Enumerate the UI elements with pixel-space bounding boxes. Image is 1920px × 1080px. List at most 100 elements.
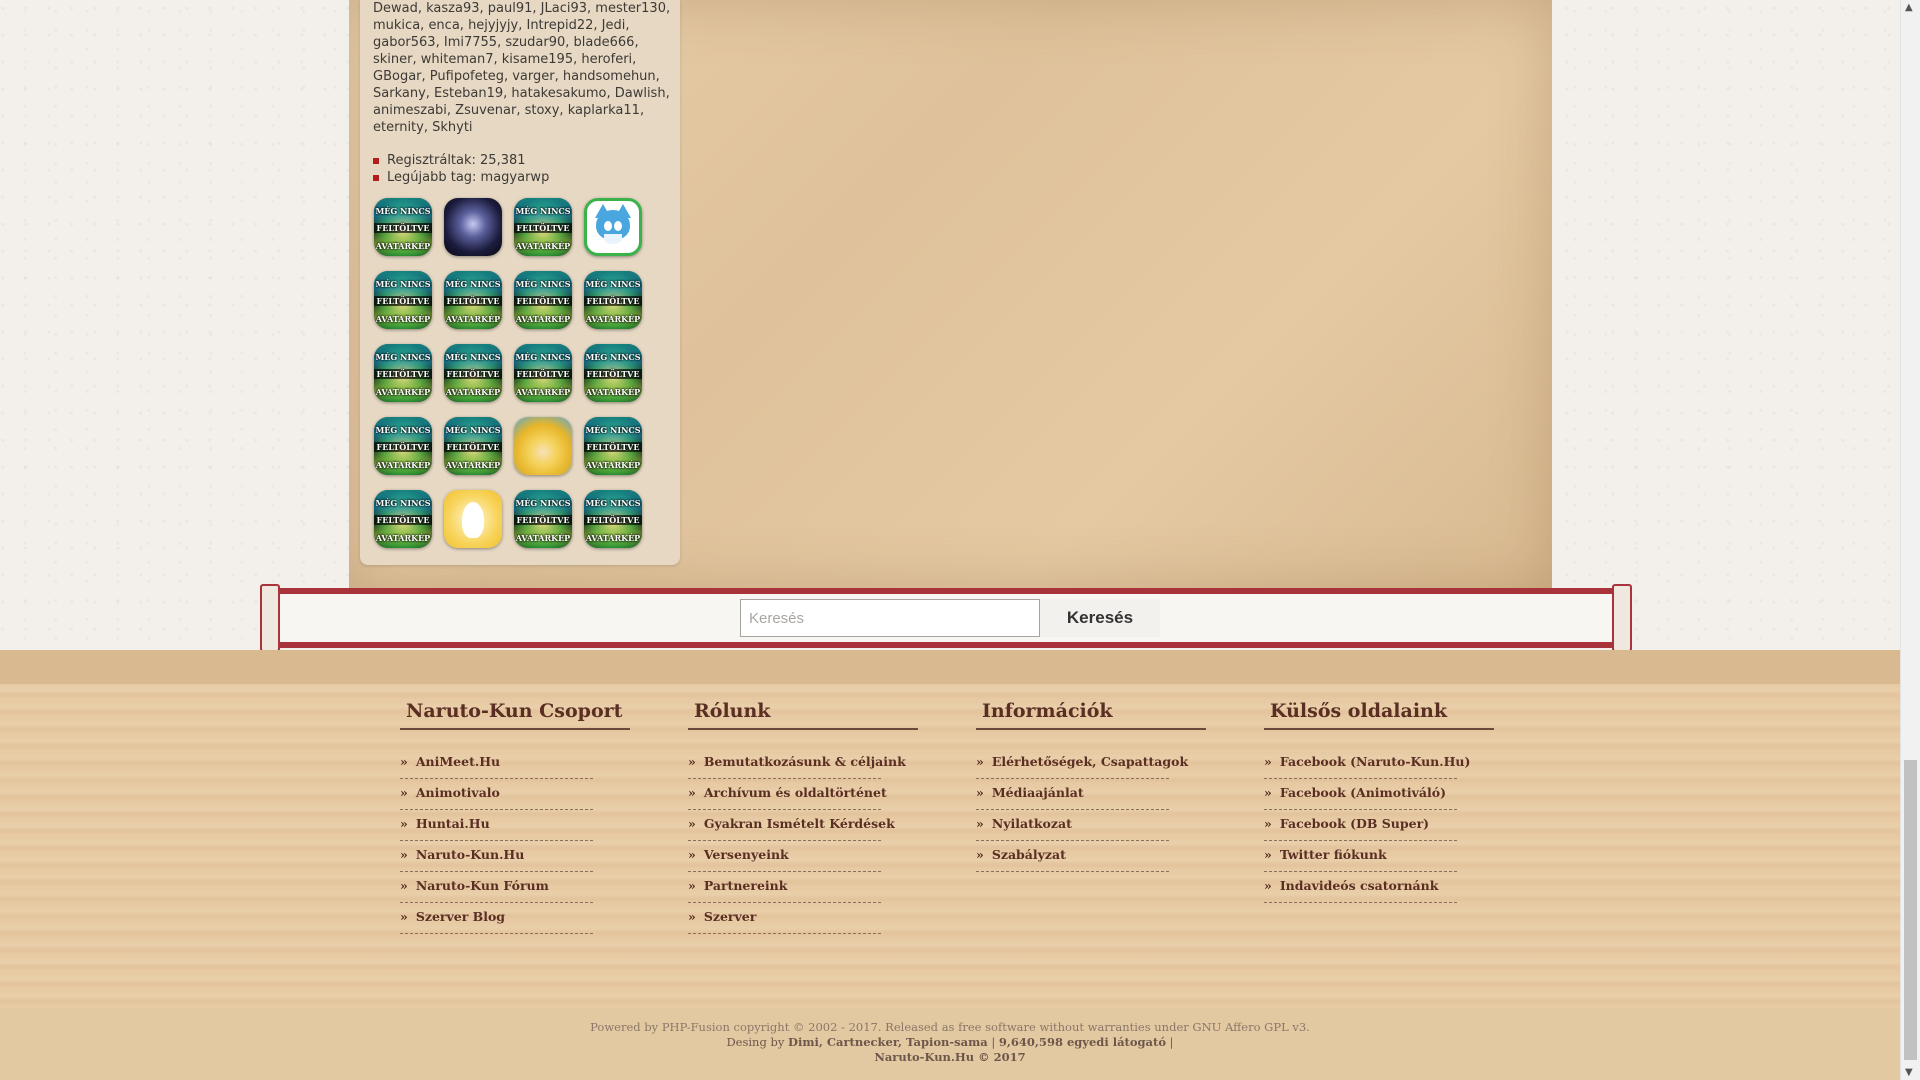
footer-link[interactable]: Facebook (Naruto-Kun.Hu) xyxy=(1264,748,1470,779)
avatar-placeholder[interactable]: MÉG NINCS FELTÖLTVE AVATARKÉP xyxy=(584,344,642,402)
online-user-link[interactable]: hatakesakumo xyxy=(503,86,606,101)
avatar-placeholder-text: AVATARKÉP xyxy=(585,460,641,470)
footer-credits: Powered by PHP-Fusion copyright © 2002 -… xyxy=(0,1008,1900,1080)
online-user-link[interactable]: szudar90 xyxy=(497,35,565,50)
footer-link[interactable]: Archívum és oldaltörténet xyxy=(688,779,887,810)
online-user-link[interactable]: Dewad xyxy=(373,1,418,16)
avatar-placeholder-text: AVATARKÉP xyxy=(585,533,641,543)
scrollbar-thumb[interactable] xyxy=(1904,760,1917,1060)
arrow-down-icon[interactable]: ▼ xyxy=(1905,1067,1913,1078)
avatar-placeholder-text: FELTÖLTVE xyxy=(514,369,572,379)
avatar-placeholder[interactable]: MÉG NINCS FELTÖLTVE AVATARKÉP xyxy=(584,417,642,475)
browser-scrollbar[interactable]: ▲ ▼ xyxy=(1900,0,1920,1080)
footer-col-info: Információk Elérhetőségek, Csapattagok M… xyxy=(976,700,1206,872)
avatar-placeholder[interactable]: MÉG NINCS FELTÖLTVE AVATARKÉP xyxy=(444,344,502,402)
avatar-placeholder[interactable]: MÉG NINCS FELTÖLTVE AVATARKÉP xyxy=(374,198,432,256)
online-user-link[interactable]: Pufipofeteg xyxy=(422,69,504,84)
footer-link[interactable]: Szabályzat xyxy=(976,841,1169,872)
avatar-placeholder[interactable]: MÉG NINCS FELTÖLTVE AVATARKÉP xyxy=(374,344,432,402)
avatar-grid: MÉG NINCS FELTÖLTVE AVATARKÉP MÉG NINCS FELT… xyxy=(374,198,642,548)
footer-link[interactable]: Szerver xyxy=(688,903,881,934)
footer-link[interactable]: Szerver Blog xyxy=(400,903,593,934)
footer-link[interactable]: Twitter fiókunk xyxy=(1264,841,1457,872)
online-user-link[interactable]: Intrepid22 xyxy=(518,18,593,33)
online-user-link[interactable]: handsomehun xyxy=(555,69,656,84)
footer-link[interactable]: Nyilatkozat xyxy=(976,810,1169,841)
footer-link[interactable]: Elérhetőségek, Csapattagok xyxy=(976,748,1188,779)
avatar-placeholder[interactable]: MÉG NINCS FELTÖLTVE AVATARKÉP xyxy=(514,344,572,402)
footer-link[interactable]: Animotivalo xyxy=(400,779,593,810)
footer-link[interactable]: Indavideós csatornánk xyxy=(1264,872,1457,903)
online-user-link[interactable]: Dawlish xyxy=(606,86,665,101)
avatar-placeholder-text: AVATARKÉP xyxy=(375,387,431,397)
footer-link[interactable]: Partnereink xyxy=(688,872,881,903)
online-user-link[interactable]: paul91 xyxy=(480,1,533,16)
online-user-link[interactable]: enca xyxy=(420,18,460,33)
online-user-link[interactable]: Imi7755 xyxy=(436,35,497,50)
online-user-link[interactable]: whiteman7 xyxy=(413,52,494,67)
avatar-white-fox[interactable] xyxy=(444,490,502,548)
avatar-placeholder[interactable]: MÉG NINCS FELTÖLTVE AVATARKÉP xyxy=(374,417,432,475)
avatar-placeholder[interactable]: MÉG NINCS FELTÖLTVE AVATARKÉP xyxy=(374,271,432,329)
footer-link[interactable]: Huntai.Hu xyxy=(400,810,593,841)
avatar-placeholder[interactable]: MÉG NINCS FELTÖLTVE AVATARKÉP xyxy=(514,271,572,329)
avatar-placeholder-text: AVATARKÉP xyxy=(445,387,501,397)
online-user-link[interactable]: kaplarka11 xyxy=(559,103,640,118)
avatar-placeholder-text: MÉG NINCS xyxy=(585,279,641,289)
footer-link[interactable]: Naruto-Kun.Hu xyxy=(400,841,593,872)
avatar-blue-cat[interactable] xyxy=(584,198,642,256)
footer-link[interactable]: Médiaajánlat xyxy=(976,779,1169,810)
avatar-placeholder[interactable]: MÉG NINCS FELTÖLTVE AVATARKÉP xyxy=(514,490,572,548)
online-user-link[interactable]: Skhyti xyxy=(424,120,473,135)
online-user-link[interactable]: varger xyxy=(504,69,555,84)
online-user-link[interactable]: heroferi xyxy=(573,52,632,67)
avatar-placeholder[interactable]: MÉG NINCS FELTÖLTVE AVATARKÉP xyxy=(374,490,432,548)
avatar-placeholder[interactable]: MÉG NINCS FELTÖLTVE AVATARKÉP xyxy=(444,417,502,475)
avatar-placeholder-text: MÉG NINCS xyxy=(515,352,571,362)
avatar-placeholder-text: FELTÖLTVE xyxy=(584,442,642,452)
avatar-placeholder-text: MÉG NINCS xyxy=(445,352,501,362)
footer-link[interactable]: Versenyeink xyxy=(688,841,881,872)
footer-link[interactable]: Facebook (DB Super) xyxy=(1264,810,1457,841)
avatar-placeholder-text: MÉG NINCS xyxy=(375,279,431,289)
online-user-link[interactable]: kasza93 xyxy=(418,1,480,16)
online-user-link[interactable]: Zsuvenar xyxy=(447,103,516,118)
footer-link[interactable]: AniMeet.Hu xyxy=(400,748,593,779)
avatar-placeholder-text: MÉG NINCS xyxy=(445,425,501,435)
online-user-link[interactable]: Esteban19 xyxy=(426,86,503,101)
online-user-link[interactable]: blade666 xyxy=(565,35,634,50)
avatar-placeholder[interactable]: MÉG NINCS FELTÖLTVE AVATARKÉP xyxy=(444,271,502,329)
avatar-dark-figure[interactable] xyxy=(444,198,502,256)
avatar-blond-hero[interactable] xyxy=(514,417,572,475)
avatar-placeholder[interactable]: MÉG NINCS FELTÖLTVE AVATARKÉP xyxy=(514,198,572,256)
avatar-placeholder-text: MÉG NINCS xyxy=(515,206,571,216)
online-user-link[interactable]: kisame195 xyxy=(493,52,573,67)
arrow-up-icon[interactable]: ▲ xyxy=(1905,2,1913,13)
bullet-icon xyxy=(373,174,379,181)
footer-link[interactable]: Naruto-Kun Fórum xyxy=(400,872,593,903)
avatar-placeholder-text: AVATARKÉP xyxy=(515,533,571,543)
online-user-link[interactable]: mester130 xyxy=(587,1,666,16)
online-user-link[interactable]: hejyjyjy xyxy=(460,18,518,33)
newest-member: Legújabb tag: magyarwp xyxy=(373,169,549,186)
avatar-placeholder-text: MÉG NINCS xyxy=(445,279,501,289)
avatar-placeholder-text: FELTÖLTVE xyxy=(374,369,432,379)
avatar-placeholder-text: FELTÖLTVE xyxy=(444,296,502,306)
footer-link[interactable]: Gyakran Ismételt Kérdések xyxy=(688,810,895,841)
avatar-placeholder-text: FELTÖLTVE xyxy=(514,223,572,233)
online-user-link[interactable]: stoxy xyxy=(516,103,559,118)
bullet-icon xyxy=(373,157,379,164)
avatar-placeholder[interactable]: MÉG NINCS FELTÖLTVE AVATARKÉP xyxy=(584,490,642,548)
footer-link[interactable]: Bemutatkozásunk & céljaink xyxy=(688,748,906,779)
online-user-link[interactable]: Jedi xyxy=(593,18,625,33)
footer-link[interactable]: Facebook (Animotiváló) xyxy=(1264,779,1457,810)
online-user-link[interactable]: JLaci93 xyxy=(532,1,587,16)
search-button[interactable]: Keresés xyxy=(1040,599,1160,637)
footer-link-list: AniMeet.Hu Animotivalo Huntai.Hu Naruto-… xyxy=(400,748,593,934)
avatar-placeholder-text: MÉG NINCS xyxy=(375,498,431,508)
avatar-placeholder-text: AVATARKÉP xyxy=(585,314,641,324)
search-input[interactable] xyxy=(740,599,1040,637)
avatar-placeholder-text: FELTÖLTVE xyxy=(374,223,432,233)
footer-col-title: Külsős oldalaink xyxy=(1264,700,1494,730)
avatar-placeholder[interactable]: MÉG NINCS FELTÖLTVE AVATARKÉP xyxy=(584,271,642,329)
